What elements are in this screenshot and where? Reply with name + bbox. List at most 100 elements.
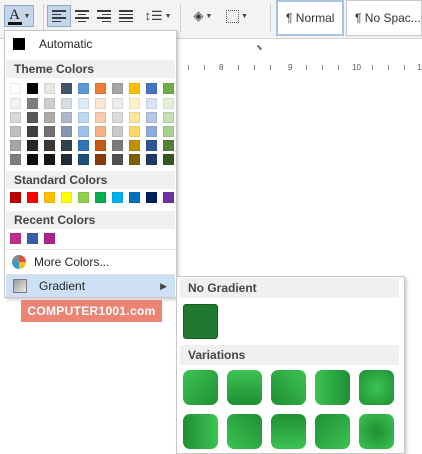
- theme-color-swatch[interactable]: [95, 112, 106, 123]
- theme-color-swatch[interactable]: [146, 112, 157, 123]
- theme-color-swatch[interactable]: [61, 140, 72, 151]
- justify-button[interactable]: [115, 5, 137, 27]
- theme-color-swatch[interactable]: [10, 83, 21, 94]
- theme-color-swatch[interactable]: [129, 140, 140, 151]
- theme-color-swatch[interactable]: [112, 83, 123, 94]
- theme-color-swatch[interactable]: [61, 83, 72, 94]
- theme-color-swatch[interactable]: [129, 83, 140, 94]
- theme-color-swatch[interactable]: [10, 98, 21, 109]
- theme-color-swatch[interactable]: [95, 154, 106, 165]
- theme-color-swatch[interactable]: [163, 140, 174, 151]
- theme-color-swatch[interactable]: [129, 98, 140, 109]
- automatic-color-item[interactable]: Automatic: [6, 33, 175, 55]
- theme-color-swatch[interactable]: [44, 98, 55, 109]
- theme-color-swatch[interactable]: [78, 98, 89, 109]
- theme-color-swatch[interactable]: [61, 112, 72, 123]
- theme-color-swatch[interactable]: [10, 140, 21, 151]
- no-gradient-swatch[interactable]: [183, 304, 218, 339]
- recent-color-swatch[interactable]: [27, 233, 38, 244]
- recent-color-swatch[interactable]: [10, 233, 21, 244]
- more-colors-item[interactable]: More Colors...: [6, 251, 175, 273]
- gradient-variation-swatch[interactable]: [315, 414, 350, 449]
- line-spacing-button[interactable]: ↕☰ ▼: [143, 5, 173, 27]
- theme-color-swatch[interactable]: [112, 98, 123, 109]
- theme-color-swatch[interactable]: [163, 112, 174, 123]
- theme-color-swatch[interactable]: [112, 112, 123, 123]
- theme-color-swatch[interactable]: [61, 154, 72, 165]
- theme-color-swatch[interactable]: [146, 140, 157, 151]
- theme-color-swatch[interactable]: [44, 154, 55, 165]
- theme-color-swatch[interactable]: [27, 126, 38, 137]
- shading-button[interactable]: ◈ ▼: [187, 5, 219, 27]
- standard-color-swatch[interactable]: [44, 192, 55, 203]
- theme-color-swatch[interactable]: [78, 83, 89, 94]
- gradient-variation-swatch[interactable]: [271, 414, 306, 449]
- theme-color-swatch[interactable]: [163, 154, 174, 165]
- standard-color-swatch[interactable]: [163, 192, 174, 203]
- theme-color-swatch[interactable]: [163, 126, 174, 137]
- theme-color-swatch[interactable]: [10, 126, 21, 137]
- theme-color-swatch[interactable]: [95, 98, 106, 109]
- theme-color-swatch[interactable]: [146, 154, 157, 165]
- align-left-button[interactable]: [47, 5, 71, 27]
- chevron-down-icon[interactable]: ▼: [165, 13, 172, 20]
- standard-color-swatch[interactable]: [61, 192, 72, 203]
- theme-color-swatch[interactable]: [112, 126, 123, 137]
- gradient-variation-swatch[interactable]: [315, 370, 350, 405]
- chevron-down-icon[interactable]: ▼: [241, 13, 248, 20]
- standard-color-swatch[interactable]: [146, 192, 157, 203]
- dialog-launcher-icon[interactable]: ⬊: [256, 43, 263, 52]
- gradient-item[interactable]: Gradient ▶: [6, 275, 175, 297]
- standard-color-swatch[interactable]: [10, 192, 21, 203]
- theme-color-swatch[interactable]: [146, 98, 157, 109]
- recent-color-swatch[interactable]: [44, 233, 55, 244]
- standard-color-swatch[interactable]: [27, 192, 38, 203]
- theme-color-swatch[interactable]: [44, 126, 55, 137]
- gradient-variation-swatch[interactable]: [271, 370, 306, 405]
- theme-color-swatch[interactable]: [27, 140, 38, 151]
- theme-color-swatch[interactable]: [27, 98, 38, 109]
- theme-color-swatch[interactable]: [78, 112, 89, 123]
- theme-color-swatch[interactable]: [61, 126, 72, 137]
- theme-color-swatch[interactable]: [44, 83, 55, 94]
- theme-color-swatch[interactable]: [10, 112, 21, 123]
- theme-color-swatch[interactable]: [163, 83, 174, 94]
- standard-color-swatch[interactable]: [78, 192, 89, 203]
- theme-color-swatch[interactable]: [146, 126, 157, 137]
- style-normal[interactable]: ¶ Normal: [276, 0, 344, 36]
- theme-color-swatch[interactable]: [112, 140, 123, 151]
- align-center-button[interactable]: [71, 5, 93, 27]
- theme-color-swatch[interactable]: [129, 154, 140, 165]
- theme-color-swatch[interactable]: [10, 154, 21, 165]
- theme-color-swatch[interactable]: [44, 140, 55, 151]
- theme-color-swatch[interactable]: [27, 154, 38, 165]
- gradient-variation-swatch[interactable]: [183, 370, 218, 405]
- theme-color-swatch[interactable]: [146, 83, 157, 94]
- gradient-variation-swatch[interactable]: [227, 414, 262, 449]
- standard-color-swatch[interactable]: [112, 192, 123, 203]
- standard-color-swatch[interactable]: [129, 192, 140, 203]
- theme-color-swatch[interactable]: [95, 83, 106, 94]
- gradient-variation-swatch[interactable]: [183, 414, 218, 449]
- theme-color-swatch[interactable]: [78, 140, 89, 151]
- theme-color-swatch[interactable]: [95, 126, 106, 137]
- gradient-variation-swatch[interactable]: [227, 370, 262, 405]
- theme-color-swatch[interactable]: [44, 112, 55, 123]
- theme-color-swatch[interactable]: [163, 98, 174, 109]
- theme-color-swatch[interactable]: [27, 83, 38, 94]
- font-color-button[interactable]: A ▼: [4, 5, 34, 27]
- standard-color-swatch[interactable]: [95, 192, 106, 203]
- theme-color-swatch[interactable]: [61, 98, 72, 109]
- chevron-down-icon[interactable]: ▼: [24, 13, 31, 20]
- gradient-variation-swatch[interactable]: [359, 414, 394, 449]
- theme-color-swatch[interactable]: [78, 126, 89, 137]
- align-right-button[interactable]: [93, 5, 115, 27]
- theme-color-swatch[interactable]: [129, 112, 140, 123]
- theme-color-swatch[interactable]: [112, 154, 123, 165]
- chevron-down-icon[interactable]: ▼: [206, 13, 213, 20]
- style-no-spacing[interactable]: ¶ No Spac...: [346, 0, 422, 36]
- theme-color-swatch[interactable]: [129, 126, 140, 137]
- theme-color-swatch[interactable]: [95, 140, 106, 151]
- theme-color-swatch[interactable]: [78, 154, 89, 165]
- gradient-variation-swatch[interactable]: [359, 370, 394, 405]
